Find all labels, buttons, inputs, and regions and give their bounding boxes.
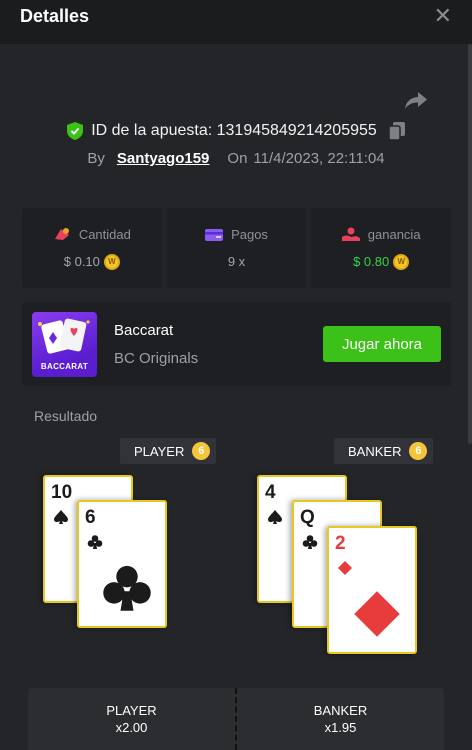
player-tag: PLAYER 6 xyxy=(120,438,217,464)
club-icon xyxy=(302,535,318,549)
game-card: BACCARAT Baccarat BC Originals Jugar aho… xyxy=(22,302,451,386)
hand-coin-icon xyxy=(341,227,360,241)
modal-title: Detalles xyxy=(20,5,90,26)
amount-value: $ 0.10 xyxy=(63,254,100,269)
card-rank: 10 xyxy=(51,482,73,503)
banker-odds-option[interactable]: BANKER x1.95 xyxy=(237,688,444,750)
bet-id-row: ID de la apuesta: 131945849214205955 xyxy=(0,122,472,140)
game-provider: BC Originals xyxy=(114,350,199,367)
player-tag-label: PLAYER xyxy=(134,443,185,459)
diamond-icon xyxy=(338,561,352,575)
bet-id-text: ID de la apuesta: 131945849214205955 xyxy=(91,122,377,139)
profit-value: $ 0.80 xyxy=(353,254,390,269)
club-icon xyxy=(103,565,151,611)
game-name: Baccarat xyxy=(114,322,174,339)
amount-stat: Cantidad $ 0.10 W xyxy=(22,208,162,288)
club-icon xyxy=(87,535,103,549)
baccarat-thumbnail[interactable]: BACCARAT xyxy=(32,312,97,377)
banker-odds-value: x1.95 xyxy=(324,720,357,735)
spade-icon xyxy=(54,510,68,524)
playing-cards-icon xyxy=(38,318,90,354)
play-now-button[interactable]: Jugar ahora xyxy=(323,326,441,362)
banker-odds-label: BANKER xyxy=(313,703,368,718)
player-odds-option[interactable]: PLAYER x2.00 xyxy=(28,688,235,750)
coin-icon: W xyxy=(393,253,410,270)
modal-header: Detalles ✕ xyxy=(0,0,472,44)
player-card-2: 6 xyxy=(77,500,167,628)
close-icon[interactable]: ✕ xyxy=(434,3,452,29)
payout-stat: Pagos 9 x xyxy=(166,208,307,288)
coins-icon xyxy=(54,228,69,240)
payout-label: Pagos xyxy=(231,227,268,242)
spade-icon xyxy=(268,510,282,524)
diamond-icon xyxy=(354,591,400,637)
share-icon[interactable] xyxy=(404,90,428,110)
by-label: By xyxy=(87,150,105,167)
player-odds-label: PLAYER xyxy=(106,703,157,718)
card-rank: 6 xyxy=(85,507,96,528)
banker-tag-label: BANKER xyxy=(348,443,402,459)
profit-stat: ganancia $ 0.80 W xyxy=(311,208,452,288)
result-label: Resultado xyxy=(34,408,98,424)
bet-date: 11/4/2023, 22:11:04 xyxy=(253,150,385,167)
banker-card-3: 2 xyxy=(327,526,417,654)
on-label: On xyxy=(227,150,248,167)
card-rank: Q xyxy=(300,507,315,528)
coin-icon: W xyxy=(103,253,120,270)
payout-value: 9 x xyxy=(227,254,246,269)
wallet-icon xyxy=(205,228,224,241)
odds-bar: PLAYER x2.00 BANKER x1.95 xyxy=(28,688,444,750)
copy-icon[interactable] xyxy=(388,122,405,140)
banker-tag: BANKER 6 xyxy=(334,438,434,464)
card-rank: 4 xyxy=(265,482,276,503)
card-rank: 2 xyxy=(335,533,346,554)
banker-score: 6 xyxy=(409,442,428,460)
thumb-label: BACCARAT xyxy=(40,362,89,371)
shield-check-icon xyxy=(67,122,84,140)
bet-stats: Cantidad $ 0.10 W Pagos 9 x ganancia $ 0… xyxy=(22,208,452,288)
bet-byline: By Santyago159 On 11/4/2023, 22:11:04 xyxy=(0,150,472,167)
player-odds-value: x2.00 xyxy=(115,720,148,735)
profit-label: ganancia xyxy=(367,226,421,242)
amount-label: Cantidad xyxy=(78,226,131,242)
username-link[interactable]: Santyago159 xyxy=(117,150,210,167)
player-score: 6 xyxy=(192,442,211,460)
scrollbar[interactable] xyxy=(468,44,472,444)
